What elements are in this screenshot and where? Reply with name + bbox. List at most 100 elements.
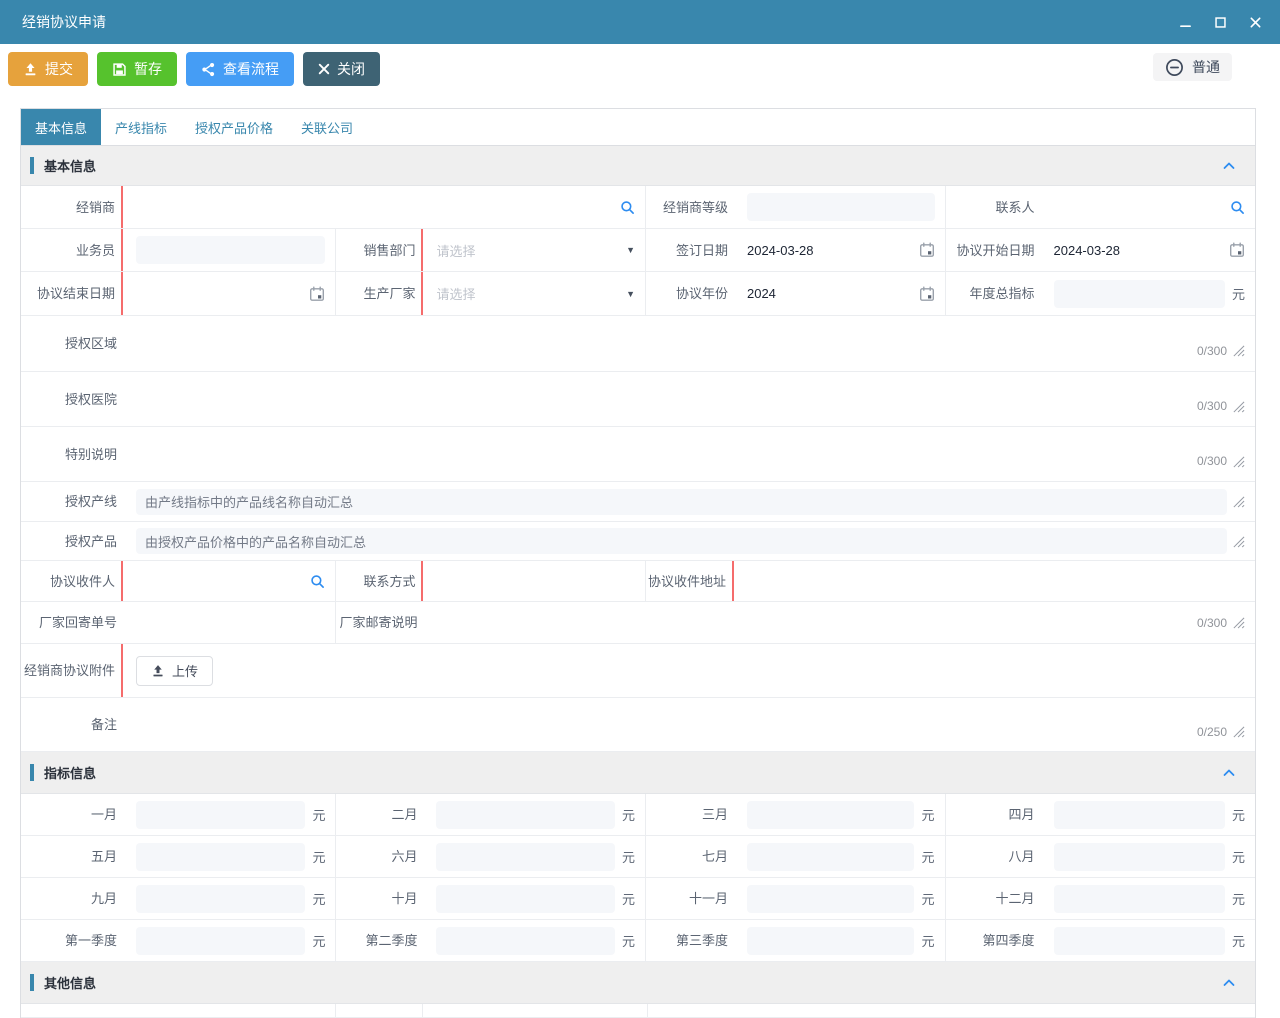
view-process-button[interactable]: 查看流程 — [186, 52, 294, 86]
agreement-recipient-field[interactable] — [123, 561, 335, 601]
form-row: 授权产线由产线指标中的产品线名称自动汇总 — [21, 482, 1255, 522]
sign-date-datepicker[interactable]: 2024-03-28 — [734, 229, 945, 271]
apr-input — [1054, 801, 1225, 829]
jan-label: 一月 — [21, 794, 123, 835]
form-cell: 七月元 — [645, 836, 945, 877]
agreement-address-input[interactable] — [734, 561, 1255, 601]
resize-grip-icon[interactable] — [1232, 455, 1245, 468]
oct-input — [436, 885, 614, 913]
form-row: 授权区域 0/300 — [21, 316, 1255, 372]
form-row: 协议结束日期生产厂家请选择▼协议年份2024年度总指标元 — [21, 272, 1255, 316]
factory-mail-note-textarea[interactable]: 0/300 — [423, 602, 1255, 643]
sign-date-value: 2024-03-28 — [747, 243, 814, 258]
jul-field: 元 — [734, 836, 945, 877]
currency-suffix: 元 — [312, 931, 325, 950]
resize-grip-icon[interactable] — [1232, 495, 1245, 508]
tab-basic-info[interactable]: 基本信息 — [21, 109, 101, 145]
save-draft-button[interactable]: 暂存 — [97, 52, 177, 86]
currency-suffix: 元 — [921, 889, 934, 908]
authorized-product-line-input: 由产线指标中的产品线名称自动汇总 — [136, 489, 1227, 515]
form-cell: 授权产品由授权产品价格中的产品名称自动汇总 — [21, 522, 1255, 560]
contact-info-input[interactable] — [423, 561, 645, 601]
sign-date-label: 签订日期 — [646, 229, 734, 271]
form-cell — [422, 1004, 647, 1017]
resize-grip-icon[interactable] — [1232, 400, 1245, 413]
agreement-end-date-label: 协议结束日期 — [21, 272, 123, 315]
maximize-button[interactable] — [1214, 16, 1227, 29]
dec-field: 元 — [1041, 878, 1256, 919]
q3-field: 元 — [734, 920, 945, 961]
feb-input — [436, 801, 614, 829]
tab-related-companies[interactable]: 关联公司 — [287, 109, 367, 145]
agreement-year-datepicker[interactable]: 2024 — [734, 272, 945, 315]
currency-suffix: 元 — [1232, 889, 1245, 908]
submit-button[interactable]: 提交 — [8, 52, 88, 86]
toolbar: 提交 暂存 查看流程 关闭 普通 — [0, 44, 1280, 108]
apr-label: 四月 — [946, 794, 1041, 835]
form-row: 第一季度元第二季度元第三季度元第四季度元 — [21, 920, 1255, 962]
authorized-product-input: 由授权产品价格中的产品名称自动汇总 — [136, 528, 1227, 554]
upload-button[interactable]: 上传 — [136, 656, 213, 686]
agreement-start-date-datepicker[interactable]: 2024-03-28 — [1041, 229, 1256, 271]
char-counter: 0/300 — [1197, 344, 1227, 358]
chevron-up-icon[interactable] — [1221, 765, 1237, 781]
form-cell: 授权产线由产线指标中的产品线名称自动汇总 — [21, 482, 1255, 521]
form-cell — [21, 1004, 335, 1017]
dealer-level-field — [734, 186, 945, 228]
window-titlebar: 经销协议申请 — [0, 0, 1280, 44]
annual-total-target-label: 年度总指标 — [946, 272, 1041, 315]
form-cell: 第三季度元 — [645, 920, 945, 961]
dealer-level-label: 经销商等级 — [646, 186, 734, 228]
tab-product-line-targets[interactable]: 产线指标 — [101, 109, 181, 145]
agreement-start-date-value: 2024-03-28 — [1054, 243, 1121, 258]
aug-label: 八月 — [946, 836, 1041, 877]
authorized-hospital-textarea[interactable]: 0/300 — [123, 372, 1255, 426]
special-note-textarea[interactable]: 0/300 — [123, 427, 1255, 481]
calendar-icon — [309, 286, 325, 302]
contact-info-label: 联系方式 — [336, 561, 423, 601]
search-icon[interactable] — [310, 574, 325, 589]
may-label: 五月 — [21, 836, 123, 877]
priority-badge[interactable]: 普通 — [1153, 53, 1232, 81]
factory-return-no-input[interactable] — [123, 602, 335, 643]
view-process-button-label: 查看流程 — [223, 59, 279, 79]
minimize-button[interactable] — [1179, 16, 1192, 29]
currency-suffix: 元 — [1232, 805, 1245, 824]
section-header-target-info: 指标信息 — [21, 752, 1255, 794]
resize-grip-icon[interactable] — [1232, 725, 1245, 738]
form-cell: 第四季度元 — [945, 920, 1256, 961]
authorized-region-label: 授权区域 — [21, 316, 123, 371]
chevron-up-icon[interactable] — [1221, 975, 1237, 991]
form-row: 九月元十月元十一月元十二月元 — [21, 878, 1255, 920]
manufacturer-select[interactable]: 请选择▼ — [423, 272, 645, 315]
contact-person-field[interactable] — [1041, 186, 1256, 228]
calendar-icon — [919, 242, 935, 258]
tab-authorized-product-prices[interactable]: 授权产品价格 — [181, 109, 287, 145]
form-row: 五月元六月元七月元八月元 — [21, 836, 1255, 878]
sales-dept-select[interactable]: 请选择▼ — [423, 229, 645, 271]
annual-total-target-field: 元 — [1041, 272, 1256, 315]
agreement-end-date-datepicker[interactable] — [123, 272, 335, 315]
dealer-field[interactable] — [123, 186, 645, 228]
form-cell: 二月元 — [335, 794, 645, 835]
resize-grip-icon[interactable] — [1232, 344, 1245, 357]
search-icon[interactable] — [620, 200, 635, 215]
resize-grip-icon[interactable] — [1232, 535, 1245, 548]
window-title: 经销协议申请 — [22, 12, 1179, 32]
char-counter: 0/300 — [1197, 454, 1227, 468]
chevron-up-icon[interactable] — [1221, 158, 1237, 174]
form-cell: 四月 元 — [945, 794, 1256, 835]
q3-input — [747, 927, 915, 955]
apr-field: 元 — [1041, 794, 1256, 835]
char-counter: 0/250 — [1197, 725, 1227, 739]
form-row: 协议收件人联系方式协议收件地址 — [21, 561, 1255, 602]
form-row — [21, 1004, 1255, 1018]
resize-grip-icon[interactable] — [1232, 616, 1245, 629]
authorized-region-textarea[interactable]: 0/300 — [123, 316, 1255, 371]
agreement-start-date-label: 协议开始日期 — [946, 229, 1041, 271]
close-button[interactable]: 关闭 — [303, 52, 380, 86]
close-button-label: 关闭 — [337, 59, 365, 79]
search-icon[interactable] — [1230, 200, 1245, 215]
remark-textarea[interactable]: 0/250 — [123, 698, 1255, 751]
window-close-button[interactable] — [1249, 16, 1262, 29]
